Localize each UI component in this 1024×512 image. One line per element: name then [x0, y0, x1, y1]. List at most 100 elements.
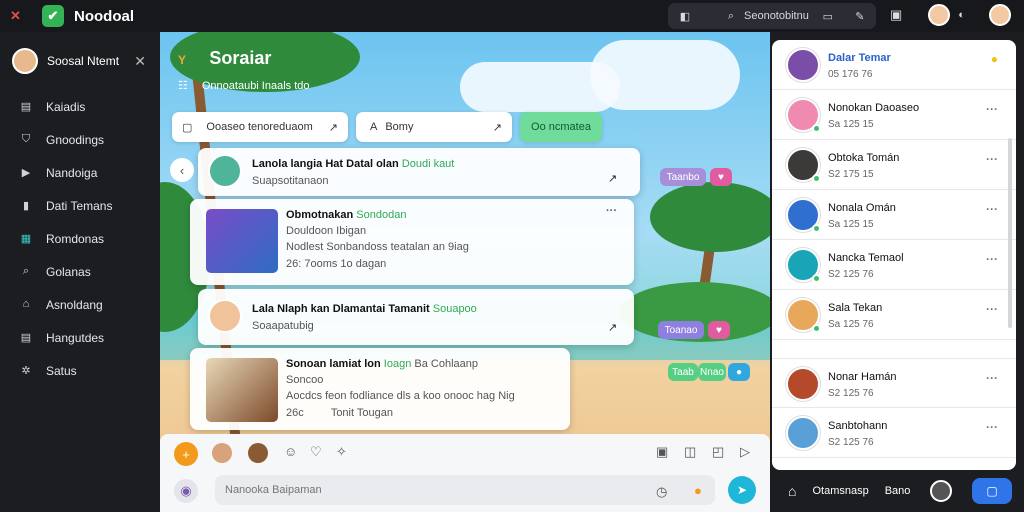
- post-title: Sonoan lamiat lon: [286, 358, 381, 370]
- chat-icon[interactable]: ◰: [712, 444, 724, 460]
- friend-name: Sala Tekan: [828, 302, 883, 314]
- scrollbar[interactable]: [1008, 138, 1012, 328]
- pen-icon[interactable]: ✎: [851, 10, 869, 23]
- user-icon[interactable]: ◉: [174, 479, 198, 503]
- notification-icon[interactable]: ▣: [890, 7, 902, 23]
- friend-item[interactable]: Nonokan Daoaseo Sa 125 15 ···: [772, 90, 1016, 140]
- post-line: Nodlest Sonbandoss teatalan an 9iag: [286, 241, 469, 253]
- sidebar-item-romdonas[interactable]: ▦ Romdonas: [0, 222, 160, 255]
- share-icon[interactable]: ↗: [608, 321, 617, 334]
- arrow-icon: ↗: [328, 121, 338, 134]
- more-icon[interactable]: ···: [986, 152, 998, 166]
- sidebar-item-gnoodings[interactable]: ⛉ Gnoodings: [0, 123, 160, 156]
- back-button[interactable]: ‹: [170, 158, 194, 182]
- post-card[interactable]: Sonoan lamiat lon Ioagn Ba Cohlaanp Sonc…: [190, 348, 570, 430]
- friend-name: Sanbtohann: [828, 420, 888, 432]
- post-highlight: Souapoo: [432, 303, 477, 315]
- sidebar-item-kaiadis[interactable]: ▤ Kaiadis: [0, 90, 160, 123]
- avatar[interactable]: [212, 443, 232, 463]
- tag-badge[interactable]: Taanbo: [660, 168, 706, 186]
- heart-icon[interactable]: ♡: [310, 444, 322, 460]
- profile-avatar[interactable]: [988, 4, 1011, 26]
- friend-status: Sa 125 76: [828, 319, 874, 330]
- emoji-icon[interactable]: ☺: [284, 444, 297, 459]
- post-title: Obmotnakan: [286, 209, 354, 221]
- shop-icon: ⌂: [22, 297, 30, 310]
- sidebar-item-dati-temans[interactable]: ▮ Dati Temans: [0, 189, 160, 222]
- avatar[interactable]: [928, 4, 951, 26]
- gift-icon[interactable]: ◫: [684, 444, 696, 460]
- post-stats-extra: Tonit Tougan: [330, 407, 393, 419]
- status-icon[interactable]: ◐: [958, 9, 965, 21]
- more-icon[interactable]: ···: [986, 202, 998, 216]
- friend-status: S2 125 76: [828, 437, 874, 448]
- sidebar-item-nandoiga[interactable]: ▶ Nandoiga: [0, 156, 160, 189]
- sticker-icon[interactable]: ✧: [336, 444, 347, 460]
- clock-icon[interactable]: ◷: [656, 484, 667, 500]
- channel-title: Soraiar: [209, 48, 272, 68]
- home-icon[interactable]: ⌂: [788, 483, 796, 499]
- friend-item[interactable]: Sala Tekan Sa 125 76 ···: [772, 290, 1016, 340]
- message-input[interactable]: [215, 475, 715, 505]
- more-icon[interactable]: ···: [986, 302, 998, 316]
- channel-icon: Y: [178, 53, 187, 67]
- post-card[interactable]: Lanola langia Hat Datal olan Doudi kaut …: [198, 148, 640, 196]
- tag-badge[interactable]: Nnao: [698, 363, 726, 381]
- avatar[interactable]: [248, 443, 268, 463]
- send-button[interactable]: ➤: [728, 476, 756, 504]
- friend-status: S2 125 76: [828, 388, 874, 399]
- info-icon[interactable]: ●: [728, 363, 750, 381]
- footer-label[interactable]: Otamsnasp: [812, 485, 868, 497]
- image-icon[interactable]: ▣: [656, 444, 668, 460]
- grid-icon: ▦: [20, 232, 32, 245]
- app-logo-icon: ✔: [42, 5, 64, 27]
- plus-icon[interactable]: +: [174, 442, 198, 466]
- more-icon[interactable]: ···: [986, 371, 998, 385]
- filter-input[interactable]: ▢ Ooaseo tenoreduaom ↗: [172, 112, 348, 142]
- search-icon[interactable]: ⌕: [722, 10, 740, 23]
- friend-status: Sa 125 15: [828, 119, 874, 130]
- square-icon: ▢: [182, 121, 193, 134]
- message-composer: + ☺ ♡ ✧ ▣ ◫ ◰ ▷ ◉ ◷ ● ➤: [160, 434, 770, 512]
- close-icon[interactable]: ✕: [134, 53, 146, 70]
- avatar[interactable]: [12, 48, 38, 74]
- tag-badge[interactable]: Toanao: [658, 321, 704, 339]
- sidebar-item-hangutdes[interactable]: ▤ Hangutdes: [0, 321, 160, 354]
- window-button[interactable]: ▢: [972, 478, 1012, 504]
- sidebar-item-asnoldang[interactable]: ⌂ Asnoldang: [0, 288, 160, 321]
- heart-icon[interactable]: ♥: [710, 168, 732, 186]
- sidebar-item-satus[interactable]: ✲ Satus: [0, 354, 160, 387]
- emoji-icon[interactable]: ●: [694, 483, 702, 498]
- friend-item[interactable]: Nonar Hamán S2 125 76 ···: [772, 358, 1016, 408]
- emoji-icon[interactable]: ●: [991, 52, 998, 66]
- send-arrow-icon[interactable]: ▷: [740, 444, 750, 460]
- sidebar-item-golanas[interactable]: ⌕ Golanas: [0, 255, 160, 288]
- friend-item[interactable]: Nonala Omán Sa 125 15 ···: [772, 190, 1016, 240]
- tag-badge[interactable]: Taab: [668, 363, 698, 381]
- more-icon[interactable]: ···: [606, 205, 617, 217]
- screen-icon[interactable]: ▭: [819, 10, 837, 23]
- avatar[interactable]: [930, 480, 953, 502]
- more-icon[interactable]: ···: [986, 252, 998, 266]
- game-icon[interactable]: ◧: [676, 10, 694, 23]
- post-image: [206, 209, 278, 273]
- friend-name: Obtoka Tomán: [828, 152, 900, 164]
- more-icon[interactable]: ···: [986, 102, 998, 116]
- action-button[interactable]: Oo ncmatea: [520, 112, 602, 142]
- share-icon[interactable]: ↗: [608, 172, 617, 185]
- online-indicator: [812, 174, 821, 183]
- friend-item[interactable]: Nancka Temaol S2 125 76 ···: [772, 240, 1016, 290]
- notes-icon: ▤: [20, 331, 32, 344]
- heart-icon[interactable]: ♥: [708, 321, 730, 339]
- filter-dropdown[interactable]: A Bomy ↗: [356, 112, 512, 142]
- more-icon[interactable]: ···: [986, 420, 998, 434]
- post-card[interactable]: Lala Nlaph kan Dlamantai Tamanit Souapoo…: [198, 289, 634, 345]
- close-icon[interactable]: ✕: [10, 8, 24, 24]
- friend-item[interactable]: Obtoka Tomán S2 175 15 ···: [772, 140, 1016, 190]
- footer-label-secondary[interactable]: Bano: [885, 485, 911, 497]
- friend-item[interactable]: Sanbtohann S2 125 76 ···: [772, 408, 1016, 458]
- friend-item[interactable]: Dalar Temar 05 176 76 ●: [772, 40, 1016, 90]
- search-bar[interactable]: ◧ ⌕ Seonotobitnu ▭ ✎: [668, 3, 876, 29]
- post-card[interactable]: Obmotnakan Sondodan Douldoon Ibigan Nodl…: [190, 199, 634, 285]
- search-label[interactable]: Seonotobitnu: [744, 10, 809, 22]
